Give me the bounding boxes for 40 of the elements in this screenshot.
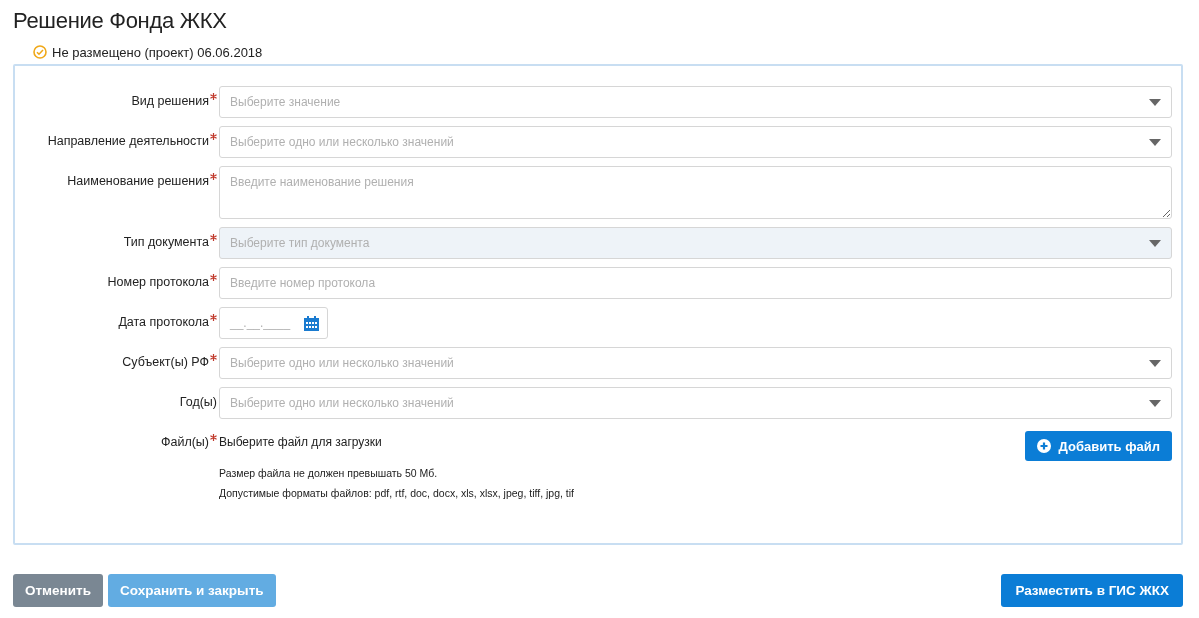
dropdown-arrow-icon xyxy=(1149,399,1161,407)
field-label: Тип документа xyxy=(123,235,209,249)
check-circle-icon xyxy=(33,45,47,59)
required-mark-icon xyxy=(210,274,217,281)
add-file-button[interactable]: Добавить файл xyxy=(1024,431,1172,461)
status-text: Не размещено (проект) 06.06.2018 xyxy=(52,44,263,60)
select-field[interactable]: Выберите одно или несколько значений xyxy=(219,347,1172,379)
calendar-icon[interactable] xyxy=(304,315,319,331)
field-label: Вид решения xyxy=(131,94,209,108)
dropdown-arrow-icon xyxy=(1149,138,1161,146)
select-field[interactable]: Выберите значение xyxy=(219,86,1172,118)
field-label: Субъект(ы) РФ xyxy=(122,355,209,369)
field-label: Наименование решения xyxy=(67,174,209,188)
required-mark-icon xyxy=(210,173,217,180)
required-mark-icon xyxy=(210,434,217,441)
field-label: Номер протокола xyxy=(107,275,209,289)
field-label: Файл(ы) xyxy=(160,435,209,449)
page-title: Решение Фонда ЖКХ xyxy=(13,7,228,35)
required-mark-icon xyxy=(210,133,217,140)
publish-button[interactable]: Разместить в ГИС ЖКХ xyxy=(1001,574,1183,607)
file-prompt: Выберите файл для загрузки xyxy=(219,434,382,449)
plus-circle-icon xyxy=(1036,439,1051,453)
select-field[interactable]: Выберите одно или несколько значений xyxy=(219,387,1172,419)
date-field[interactable]: __.__.____ xyxy=(219,307,328,339)
dropdown-arrow-icon xyxy=(1149,98,1161,106)
cancel-button[interactable]: Отменить xyxy=(13,574,103,607)
input-field[interactable]: Введите номер протокола xyxy=(219,267,1172,299)
dropdown-arrow-icon xyxy=(1149,239,1161,247)
input-field[interactable]: Введите наименование решения xyxy=(219,166,1172,219)
select-field[interactable]: Выберите одно или несколько значений xyxy=(219,126,1172,158)
required-mark-icon xyxy=(210,354,217,361)
field-label: Дата протокола xyxy=(118,315,209,329)
field-label: Год(ы) xyxy=(179,395,217,409)
file-note: Размер файла не должен превышать 50 Мб. xyxy=(219,466,439,481)
dropdown-arrow-icon xyxy=(1149,359,1161,367)
field-label: Направление деятельности xyxy=(47,134,209,148)
required-mark-icon xyxy=(210,93,217,100)
file-note: Допустимые форматы файлов: pdf, rtf, doc, docx, xls, xlsx, jpeg, tiff, jpg, tif xyxy=(219,486,575,501)
required-mark-icon xyxy=(210,234,217,241)
required-mark-icon xyxy=(210,314,217,321)
